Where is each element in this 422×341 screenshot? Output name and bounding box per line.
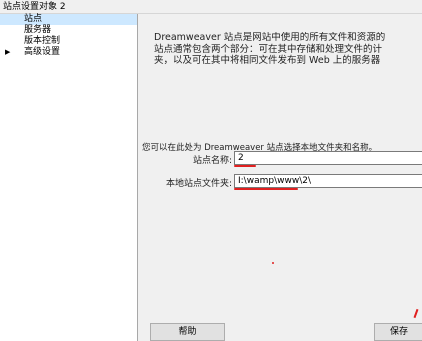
category-sidebar: 站点 服务器 版本控制 ▶ 高级设置 [0,14,138,341]
sidebar-item-label: 版本控制 [24,36,61,46]
annotation-mark [413,308,419,319]
sidebar-item-label: 高级设置 [24,47,61,57]
sidebar-item-label: 站点 [24,14,43,24]
expand-arrow-icon[interactable]: ▶ [5,47,10,58]
sidebar-item-version-control[interactable]: 版本控制 [0,36,137,47]
settings-panel: Dreamweaver 站点是网站中使用的所有文件和资源的 站点通常包含两个部分… [138,14,422,341]
sidebar-item-label: 服务器 [24,25,52,35]
sidebar-item-site[interactable]: 站点 [0,14,137,25]
local-folder-label: 本地站点文件夹: [165,179,232,189]
site-name-label: 站点名称: [192,156,232,166]
window-title: 站点设置对象 2 [0,0,422,14]
sidebar-item-advanced-settings[interactable]: ▶ 高级设置 [0,47,137,58]
annotation-underline [234,188,298,190]
annotation-dot [272,262,274,264]
sidebar-item-servers[interactable]: 服务器 [0,25,137,36]
site-description: Dreamweaver 站点是网站中使用的所有文件和资源的 站点通常包含两个部分… [154,32,386,66]
help-button[interactable]: 帮助 [150,323,225,341]
site-name-input[interactable]: 2 [234,151,422,165]
annotation-underline [234,165,256,167]
local-folder-input[interactable]: I:\wamp\www\2\ [234,174,422,188]
save-button[interactable]: 保存 [374,323,422,341]
